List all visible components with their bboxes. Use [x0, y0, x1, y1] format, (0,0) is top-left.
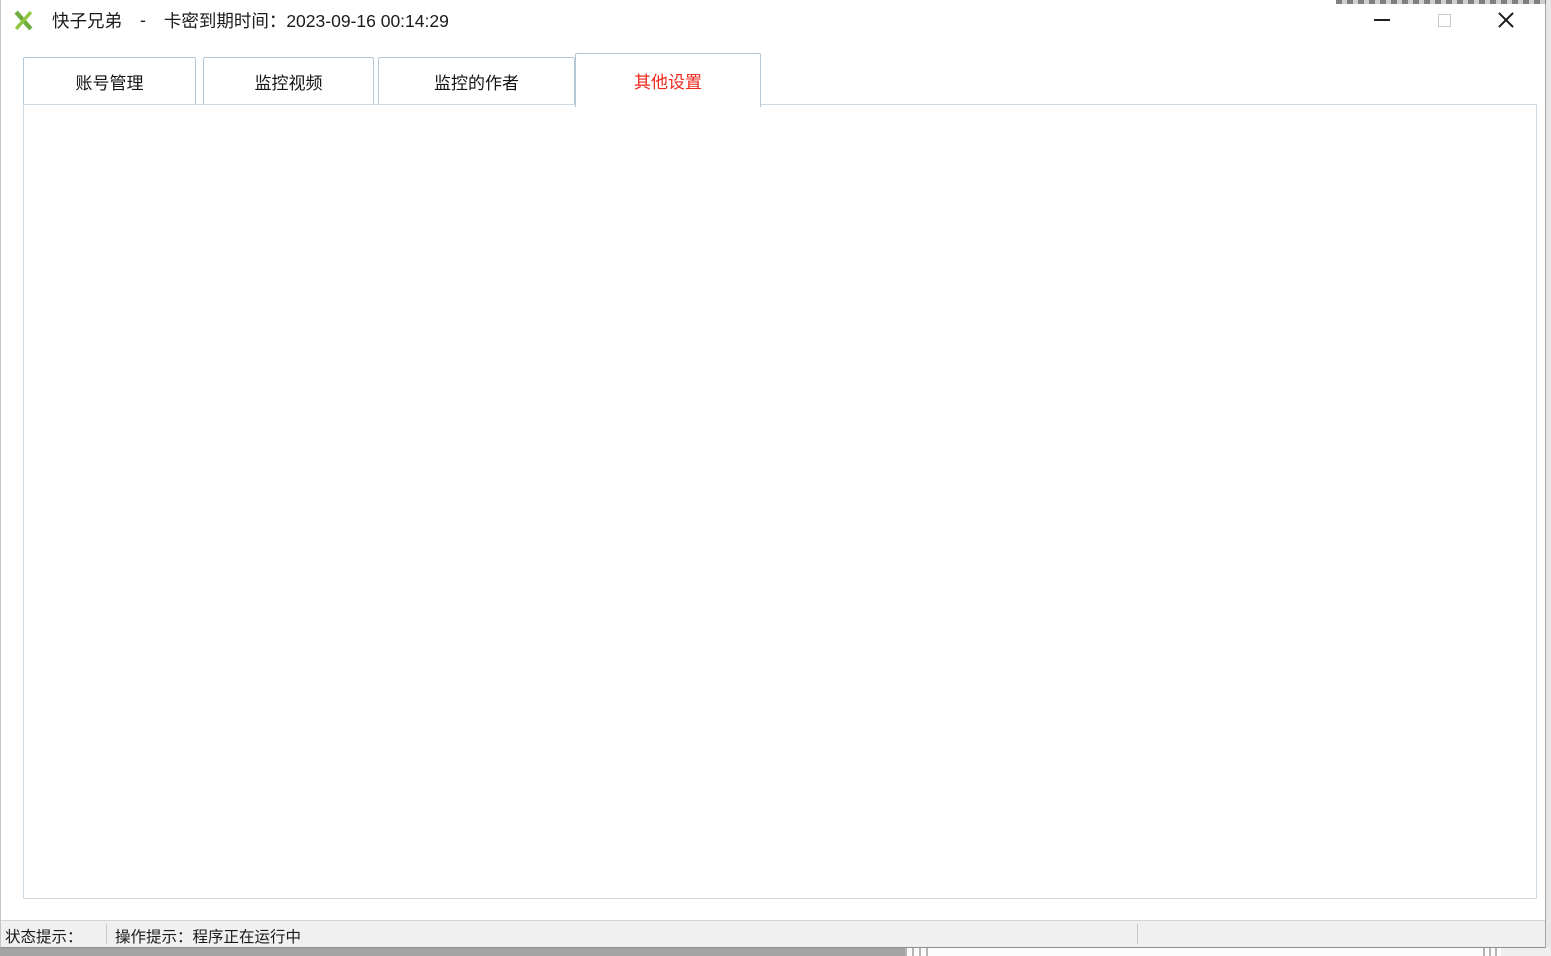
tab-label: 账号管理 [76, 69, 144, 94]
background-bottom-sliver [1501, 948, 1551, 956]
title-group: 快子兄弟 - 卡密到期时间：2023-09-16 00:14:29 [13, 0, 449, 40]
app-window: 快子兄弟 - 卡密到期时间：2023-09-16 00:14:29 账号管理 监… [0, 0, 1546, 948]
title-bar: 快子兄弟 - 卡密到期时间：2023-09-16 00:14:29 [1, 0, 1545, 40]
license-expiry-text: 卡密到期时间：2023-09-16 00:14:29 [164, 8, 449, 33]
background-bottom-sliver [905, 948, 932, 956]
background-bottom-sliver [932, 948, 1483, 956]
close-button[interactable] [1475, 0, 1537, 40]
tab-content-panel [23, 104, 1537, 899]
app-title: 快子兄弟 [52, 8, 122, 33]
tab-label: 其他设置 [634, 68, 702, 93]
maximize-button[interactable] [1413, 0, 1475, 40]
background-window-sliver [1336, 0, 1551, 4]
tab-other-settings[interactable]: 其他设置 [575, 53, 761, 107]
statusbar-divider [106, 924, 107, 944]
background-bottom-sliver [1483, 948, 1501, 956]
minimize-icon [1374, 19, 1390, 21]
title-separator: - [140, 10, 146, 31]
tab-account-management[interactable]: 账号管理 [23, 57, 196, 104]
status-hint-label: 状态提示： [5, 925, 83, 947]
background-right-sliver [1546, 0, 1551, 956]
tab-monitor-videos[interactable]: 监控视频 [203, 57, 374, 104]
statusbar-divider [1137, 924, 1138, 944]
app-logo-icon [13, 10, 34, 31]
status-bar: 状态提示： 操作提示：程序正在运行中 [1, 920, 1545, 947]
operation-hint-text: 操作提示：程序正在运行中 [115, 925, 301, 947]
maximize-icon [1438, 14, 1451, 27]
tab-label: 监控的作者 [434, 69, 519, 94]
window-controls [1351, 0, 1537, 40]
tab-monitored-authors[interactable]: 监控的作者 [378, 57, 575, 104]
close-icon [1496, 10, 1516, 30]
tab-label: 监控视频 [255, 69, 323, 94]
background-bottom-sliver [0, 948, 905, 956]
minimize-button[interactable] [1351, 0, 1413, 40]
